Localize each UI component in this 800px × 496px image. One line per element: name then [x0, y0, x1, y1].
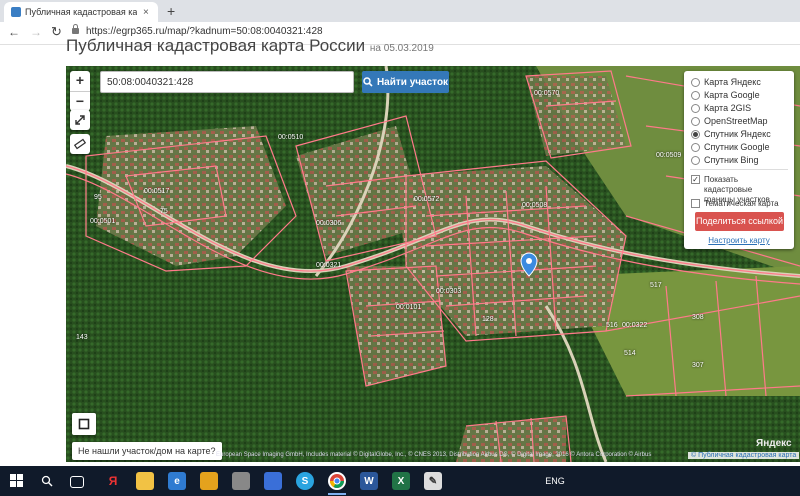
layer-option[interactable]: Спутник Google [691, 142, 769, 152]
share-link-button[interactable]: Поделиться ссылкой [695, 212, 784, 231]
layer-label: Спутник Bing [704, 155, 759, 165]
ruler-icon [74, 138, 86, 150]
yandex-logo: Яндекс [756, 438, 792, 449]
layer-option[interactable]: Карта Яндекс [691, 77, 761, 87]
reload-button[interactable]: ↻ [51, 24, 62, 40]
parcel-label: 00:0509 [656, 152, 682, 159]
not-found-link[interactable]: Не нашли участок/дом на карте? [72, 442, 222, 460]
fullscreen-icon [78, 418, 90, 430]
checkbox-icon[interactable] [691, 199, 700, 208]
parcel-label: 00:0570 [534, 90, 560, 97]
mail-icon[interactable] [264, 472, 282, 490]
edge-icon[interactable]: e [168, 472, 186, 490]
layer-label: OpenStreetMap [704, 116, 768, 126]
layer-option[interactable]: Карта 2GIS [691, 103, 751, 113]
radio-icon[interactable] [691, 116, 700, 126]
word-icon[interactable]: W [360, 472, 378, 490]
layer-label: Спутник Яндекс [704, 129, 771, 139]
language-indicator[interactable]: ENG [540, 472, 570, 490]
layers-divider [690, 169, 788, 170]
layer-option[interactable]: Карта Google [691, 90, 760, 100]
layer-label: Карта 2GIS [704, 103, 752, 113]
search-icon [363, 77, 373, 87]
layer-option[interactable]: Спутник Bing [691, 155, 758, 165]
zoom-out-button[interactable]: − [70, 91, 90, 112]
browser-tab[interactable]: Публичная кадастровая карта × [4, 2, 158, 22]
store-icon[interactable] [200, 472, 218, 490]
taskbar: Я e S W X ✎ ENG [0, 466, 800, 496]
cadastral-number-input[interactable]: 50:08:0040321:428 [100, 71, 354, 93]
zoom-in-button[interactable]: + [70, 71, 90, 91]
parcel-label: 00:0510 [278, 134, 304, 141]
parcel-label: 517 [650, 282, 662, 289]
site-favicon-icon [11, 7, 21, 17]
page-date: на 05.03.2019 [369, 43, 434, 54]
checkbox-label: Тематическая карта [704, 199, 779, 208]
windows-start-icon[interactable] [10, 474, 24, 488]
parcel-label: 00:0572 [414, 196, 440, 203]
layer-label: Карта Google [704, 90, 760, 100]
expand-map-button[interactable] [70, 110, 90, 130]
map-view[interactable]: 00:0570 00:0510 00:0509 00:0517 00:0572 … [66, 66, 800, 462]
parcel-label: 307 [692, 362, 704, 369]
parcel-label: 143 [76, 334, 88, 341]
paint-icon[interactable]: ✎ [424, 472, 442, 490]
parcel-label: 00:0303 [436, 288, 462, 295]
zoom-control: + − [70, 71, 90, 111]
back-button[interactable]: ← [8, 25, 20, 39]
parcel-label: 75 [160, 208, 168, 215]
radio-icon[interactable] [691, 90, 700, 100]
fullscreen-button[interactable] [72, 413, 96, 435]
layer-option[interactable]: Спутник Яндекс [691, 129, 771, 139]
find-parcel-button[interactable]: Найти участок [362, 71, 449, 93]
lock-icon[interactable] [72, 24, 79, 34]
find-parcel-label: Найти участок [376, 76, 449, 88]
radio-selected-icon[interactable] [691, 129, 700, 139]
skype-icon[interactable]: S [296, 472, 314, 490]
forward-button[interactable]: → [30, 25, 42, 39]
parcel-label: 95 [94, 194, 102, 201]
layer-label: Спутник Google [704, 142, 770, 152]
folder-icon[interactable] [232, 472, 250, 490]
parcel-label: 00:0501 [90, 218, 116, 225]
expand-icon [75, 115, 85, 125]
parcel-label: 00:0508 [522, 202, 548, 209]
tab-title: Публичная кадастровая карта [25, 7, 137, 17]
parcel-label: 308 [692, 314, 704, 321]
new-tab-button[interactable]: + [167, 3, 175, 19]
radio-icon[interactable] [691, 103, 700, 113]
parcel-label: 128 [482, 316, 494, 323]
parcel-label: 00:0101 [396, 304, 422, 311]
explorer-icon[interactable] [136, 472, 154, 490]
parcel-label: 00:0306 [316, 220, 342, 227]
search-icon[interactable] [38, 472, 56, 490]
parcel-label: 00:0517 [144, 188, 170, 195]
parcel-label: 00:0321 [316, 262, 342, 269]
parcel-label: 00:0322 [622, 322, 648, 329]
thematic-map-option[interactable]: Тематическая карта [691, 199, 779, 208]
layer-label: Карта Яндекс [704, 77, 761, 87]
page-title: Публичная кадастровая карта России на 05… [66, 36, 434, 56]
chrome-icon[interactable] [328, 472, 346, 490]
setup-map-link[interactable]: Настроить карту [684, 236, 794, 245]
layer-option[interactable]: OpenStreetMap [691, 116, 768, 126]
active-app-indicator [328, 493, 346, 495]
parcel-label: 516 [606, 322, 618, 329]
browser-tab-bar: Публичная кадастровая карта × + [0, 0, 800, 22]
radio-icon[interactable] [691, 142, 700, 152]
measure-button[interactable] [70, 134, 90, 154]
radio-icon[interactable] [691, 77, 700, 87]
tab-close-icon[interactable]: × [143, 7, 149, 18]
checkbox-checked-icon[interactable]: ✓ [691, 175, 700, 184]
task-view-icon[interactable] [70, 476, 84, 488]
radio-icon[interactable] [691, 155, 700, 165]
yandex-icon[interactable]: Я [104, 472, 122, 490]
parcel-label: 514 [624, 350, 636, 357]
layers-panel: Карта Яндекс Карта Google Карта 2GIS Ope… [684, 71, 794, 249]
excel-icon[interactable]: X [392, 472, 410, 490]
pkk-link[interactable]: © Публичная кадастровая карта [688, 452, 800, 459]
page-title-text: Публичная кадастровая карта России [66, 36, 366, 55]
map-copyright: European Space Imaging GmbH, Includes ma… [216, 452, 652, 458]
